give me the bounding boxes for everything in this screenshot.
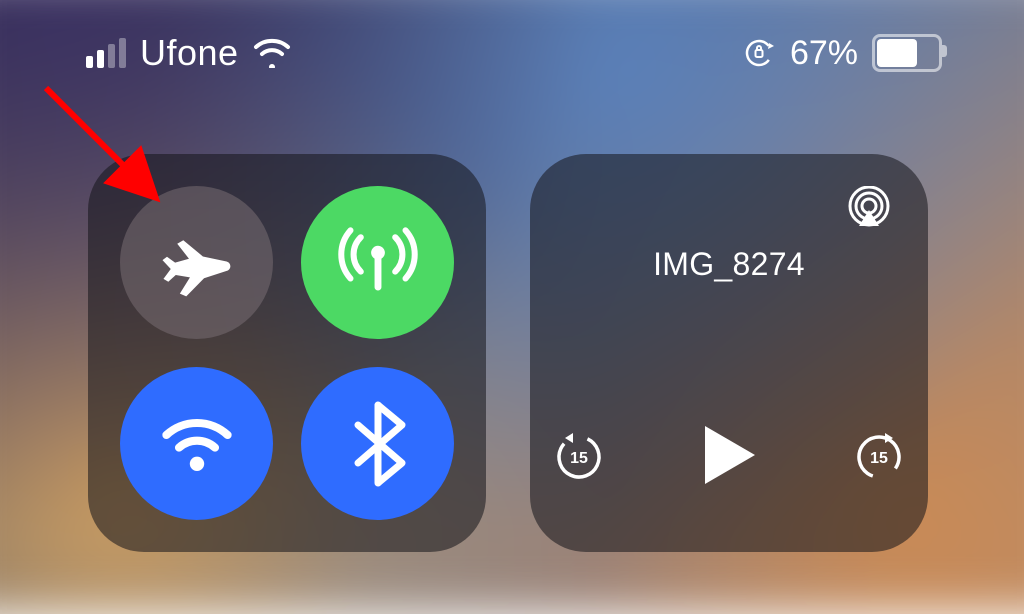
battery-percent-label: 67% [790,34,858,73]
bluetooth-toggle[interactable] [301,367,454,520]
airplay-icon [846,186,892,232]
antenna-icon [335,220,421,306]
forward-15-button[interactable]: 15 [851,427,907,483]
status-left: Ufone [86,32,291,74]
connectivity-panel[interactable] [88,154,486,552]
airplay-button[interactable] [846,186,892,232]
media-title: IMG_8274 [530,246,928,283]
rewind-15-button[interactable]: 15 [551,427,607,483]
airplane-mode-toggle[interactable] [120,186,273,339]
wifi-icon [152,399,242,489]
rewind-seconds-label: 15 [570,450,588,467]
battery-fill [877,39,917,67]
wifi-icon [253,38,291,68]
rotation-lock-icon [742,36,776,70]
wifi-toggle[interactable] [120,367,273,520]
media-controls: 15 15 [530,422,928,488]
battery-icon [872,34,942,72]
cellular-data-toggle[interactable] [301,186,454,339]
carrier-label: Ufone [140,32,239,74]
play-button[interactable] [699,422,759,488]
cellular-signal-icon [86,38,126,68]
status-bar: Ufone 67% [0,28,1024,78]
airplane-icon [158,224,236,302]
forward-seconds-label: 15 [870,450,888,467]
bluetooth-icon [343,399,413,489]
media-panel[interactable]: IMG_8274 15 15 [530,154,928,552]
status-right: 67% [742,34,942,73]
